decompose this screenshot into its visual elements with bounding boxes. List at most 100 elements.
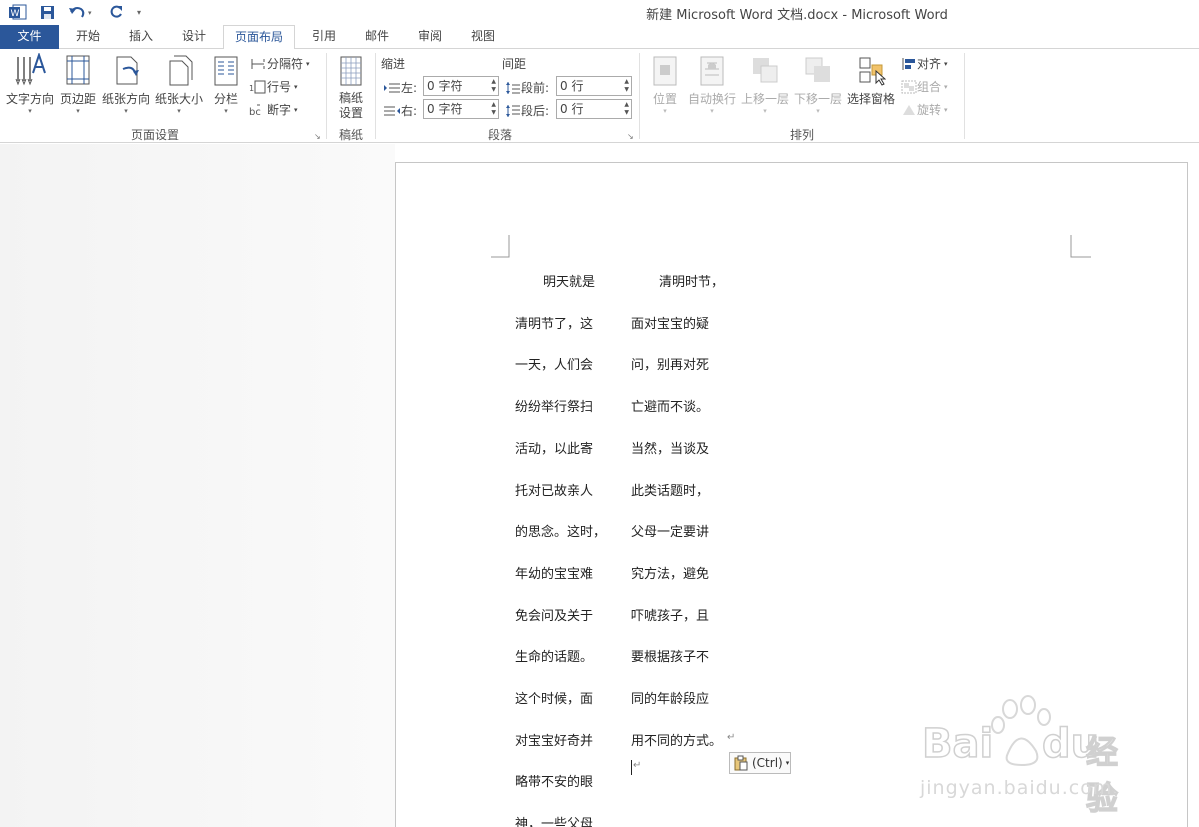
spacing-before-label-wrap: 段前: <box>505 79 549 96</box>
align-button[interactable]: 对齐 ▾ <box>901 55 948 72</box>
tab-home[interactable]: 开始 <box>65 25 111 49</box>
spinner-arrows-icon[interactable]: ▲ ▼ <box>491 78 496 94</box>
bring-forward-label: 上移一层 <box>740 92 789 106</box>
send-backward-button[interactable]: 下移一层 ▾ <box>793 55 843 115</box>
chevron-down-icon: ▾ <box>710 107 714 115</box>
spacing-before-input[interactable]: 0 行 ▲ ▼ <box>556 76 632 96</box>
hyphenation-button[interactable]: bc 断字 ▾ <box>249 101 298 118</box>
hyphenation-label: 断字 <box>267 103 292 117</box>
chevron-down-icon: ▾ <box>28 107 32 115</box>
paragraph-mark-icon: ↵ <box>633 760 642 771</box>
text-line: 此类话题时， <box>631 483 710 499</box>
text-line: 对宝宝好奇并 <box>515 733 594 749</box>
rotate-button[interactable]: 旋转 ▾ <box>901 101 948 118</box>
bring-forward-button[interactable]: 上移一层 ▾ <box>740 55 790 115</box>
indent-right-icon <box>384 106 400 115</box>
spacing-before-icon <box>506 81 520 94</box>
indent-left-value: 0 字符 <box>427 79 463 93</box>
group-divider <box>375 53 376 139</box>
breaks-label: 分隔符 <box>267 57 304 71</box>
columns-button[interactable]: 分栏 ▾ <box>209 53 243 115</box>
text-line: 父母一定要讲 <box>631 525 710 541</box>
rotate-label: 旋转 <box>917 103 942 117</box>
text-line: 生命的话题。 <box>515 650 594 666</box>
indent-right-input[interactable]: 0 字符 ▲ ▼ <box>423 99 499 119</box>
line-numbers-label: 行号 <box>267 80 292 94</box>
chevron-down-icon: ▾ <box>816 107 820 115</box>
group-divider <box>964 53 965 139</box>
dialog-launcher-icon[interactable]: ↘ <box>314 132 321 141</box>
chevron-down-icon: ▾ <box>124 107 128 115</box>
text-direction-button[interactable]: 文字方向 ▾ <box>4 51 56 115</box>
watermark-url: jingyan.baidu.com <box>920 777 1113 799</box>
spacing-after-input[interactable]: 0 行 ▲ ▼ <box>556 99 632 119</box>
spacing-after-value: 0 行 <box>560 102 584 116</box>
arrange-group-label: 排列 <box>789 128 814 142</box>
line-numbers-button[interactable]: 1 行号 ▾ <box>249 78 298 95</box>
group-objects-button[interactable]: 组合 ▾ <box>901 78 948 95</box>
wrap-text-label: 自动换行 <box>687 92 736 106</box>
position-button[interactable]: 位置 ▾ <box>645 55 685 115</box>
chevron-down-icon: ▾ <box>177 107 181 115</box>
paste-options-button[interactable]: (Ctrl) ▾ <box>729 752 791 774</box>
tab-references[interactable]: 引用 <box>301 25 347 49</box>
wrap-text-icon <box>700 56 724 86</box>
bring-forward-icon <box>753 58 778 83</box>
text-line: 清明节了，这 <box>515 316 594 332</box>
hyphenation-icon: bc <box>249 104 261 117</box>
columns-icon <box>214 56 238 86</box>
selection-pane-label: 选择窗格 <box>846 92 895 106</box>
margins-button[interactable]: 页边距 ▾ <box>58 53 98 115</box>
wrap-text-button[interactable]: 自动换行 ▾ <box>687 55 737 115</box>
chevron-down-icon: ▾ <box>763 107 767 115</box>
indent-left-label-wrap: 左: <box>383 79 417 96</box>
text-line: 一天，人们会 <box>515 358 594 374</box>
text-line: 的思念。这时， <box>515 525 607 541</box>
manuscript-label-line1: 稿纸 <box>338 91 363 105</box>
paper-size-icon <box>169 55 193 86</box>
text-line: 免会问及关于 <box>515 608 594 624</box>
text-line: 年幼的宝宝难 <box>515 566 594 582</box>
text-direction-icon <box>15 51 46 86</box>
orientation-button[interactable]: 纸张方向 ▾ <box>100 53 152 115</box>
tab-design[interactable]: 设计 <box>171 25 217 49</box>
indent-right-value: 0 字符 <box>427 102 463 116</box>
tab-mailings[interactable]: 邮件 <box>354 25 400 49</box>
spacing-after-label: 段后: <box>521 104 550 118</box>
text-line: 明天就是 <box>543 275 596 290</box>
manuscript-icon <box>340 56 362 86</box>
spinner-arrows-icon[interactable]: ▲ ▼ <box>491 101 496 117</box>
spacing-header: 间距 <box>502 57 527 71</box>
spinner-arrows-icon[interactable]: ▲ ▼ <box>624 78 629 94</box>
text-line: 要根据孩子不 <box>631 650 710 666</box>
spacing-after-icon <box>506 104 520 117</box>
columns-label: 分栏 <box>213 92 238 106</box>
text-line: 清明时节， <box>659 275 725 290</box>
tab-file[interactable]: 文件 <box>0 25 59 49</box>
text-line: 神，一些父母 <box>515 817 594 827</box>
indent-left-input[interactable]: 0 字符 ▲ ▼ <box>423 76 499 96</box>
chevron-down-icon: ▾ <box>224 107 228 115</box>
size-button[interactable]: 纸张大小 ▾ <box>153 53 205 115</box>
selection-pane-button[interactable]: 选择窗格 <box>846 55 896 107</box>
tab-view[interactable]: 视图 <box>460 25 506 49</box>
tab-insert[interactable]: 插入 <box>118 25 164 49</box>
selection-pane-icon <box>859 57 887 86</box>
orientation-icon <box>116 56 139 85</box>
ribbon-tabs: 文件 开始 插入 设计 页面布局 引用 邮件 审阅 视图 <box>0 25 1199 50</box>
watermark-brand-1: Bai <box>921 720 994 768</box>
ribbon: 文字方向 ▾ 页边距 ▾ 纸张方向 ▾ 纸张大小 ▾ 分栏 ▾ 分隔符 ▾ 1 行… <box>0 49 1199 143</box>
spinner-arrows-icon[interactable]: ▲ ▼ <box>624 101 629 117</box>
tab-review[interactable]: 审阅 <box>407 25 453 49</box>
tab-page-layout[interactable]: 页面布局 <box>223 25 295 50</box>
paste-options-label: (Ctrl) <box>752 756 783 770</box>
chevron-down-icon: ▾ <box>663 107 667 115</box>
breaks-button[interactable]: 分隔符 ▾ <box>249 55 310 72</box>
dialog-launcher-icon[interactable]: ↘ <box>627 132 634 141</box>
indent-right-label-wrap: 右: <box>383 102 417 119</box>
chevron-down-icon: ▾ <box>785 759 790 767</box>
spacing-after-label-wrap: 段后: <box>505 102 549 119</box>
manuscript-settings-button[interactable]: 稿纸 设置 <box>333 55 369 121</box>
text-line: 究方法，避免 <box>631 566 710 582</box>
rotate-icon <box>903 104 915 115</box>
